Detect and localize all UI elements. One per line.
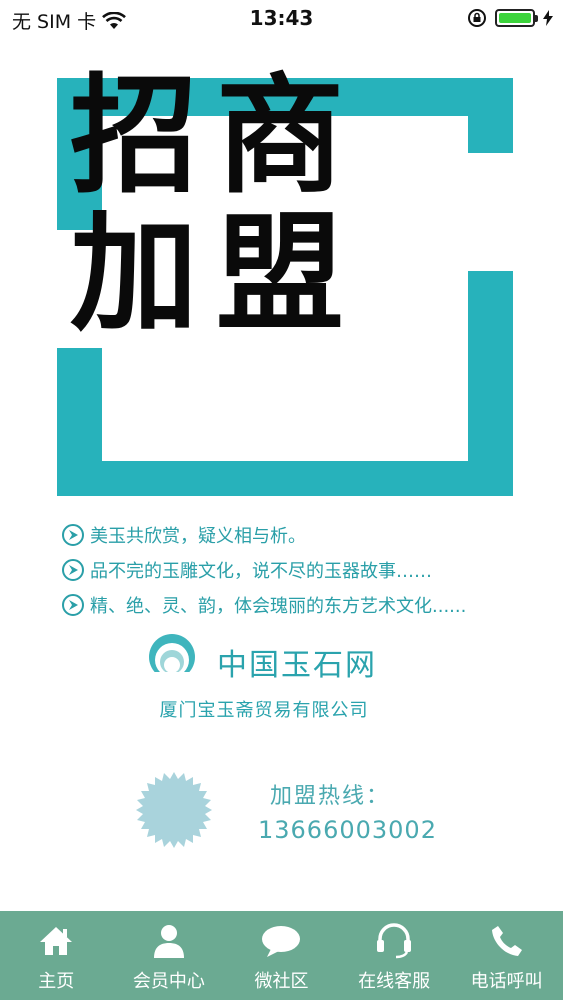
hero-frame-gap-right	[468, 153, 513, 271]
headset-icon	[374, 921, 414, 961]
home-icon	[36, 921, 76, 961]
arrow-right-icon	[62, 558, 84, 581]
tagline-text: 美玉共欣赏，疑义相与析。	[90, 525, 306, 547]
hero-title-line2: 加盟	[70, 200, 363, 349]
brand-block: 中国玉石网	[147, 632, 447, 692]
tab-label: 微社区	[254, 971, 309, 992]
chat-bubble-icon	[261, 921, 301, 961]
battery-icon	[495, 9, 538, 27]
user-icon	[149, 921, 189, 961]
rotation-lock-icon	[468, 9, 486, 27]
hotline-number[interactable]: 13666003002	[258, 816, 437, 844]
tagline-item: 精、绝、灵、韵，体会瑰丽的东方艺术文化......	[62, 587, 542, 622]
phone-icon	[487, 921, 527, 961]
tab-label: 主页	[38, 971, 75, 992]
tab-label: 电话呼叫	[470, 971, 543, 992]
charging-bolt-icon	[543, 10, 553, 26]
tab-home[interactable]: 主页	[0, 911, 113, 1000]
brand-name: 中国玉石网	[217, 648, 377, 683]
tagline-list: 美玉共欣赏，疑义相与析。 品不完的玉雕文化，说不尽的玉器故事…… 精、绝、灵、韵…	[62, 517, 542, 622]
status-bar: 无 SIM 卡 13:43	[0, 0, 563, 36]
seal-badge-icon	[136, 772, 212, 848]
tagline-text: 品不完的玉雕文化，说不尽的玉器故事……	[90, 560, 432, 582]
tagline-text: 精、绝、灵、韵，体会瑰丽的东方艺术文化......	[90, 595, 467, 617]
hero-title: 招商 加盟	[70, 68, 400, 344]
bottom-tab-bar: 主页 会员中心 微社区 在线客服 电话呼叫	[0, 911, 563, 1000]
tab-label: 在线客服	[358, 971, 431, 992]
tab-community[interactable]: 微社区	[225, 911, 338, 1000]
tab-phone-call[interactable]: 电话呼叫	[450, 911, 563, 1000]
status-right	[467, 8, 553, 28]
tagline-item: 品不完的玉雕文化，说不尽的玉器故事……	[62, 552, 542, 587]
tagline-item: 美玉共欣赏，疑义相与析。	[62, 517, 542, 552]
arrow-right-icon	[62, 523, 84, 546]
hotline-label: 加盟热线：	[270, 784, 391, 809]
tab-label: 会员中心	[132, 971, 205, 992]
company-name: 厦门宝玉斋贸易有限公司	[159, 700, 369, 721]
hero-title-line1: 招商	[70, 62, 363, 211]
arrow-right-icon	[62, 593, 84, 616]
brand-logo-icon	[147, 634, 197, 682]
tab-member-center[interactable]: 会员中心	[113, 911, 226, 1000]
tab-online-service[interactable]: 在线客服	[338, 911, 451, 1000]
